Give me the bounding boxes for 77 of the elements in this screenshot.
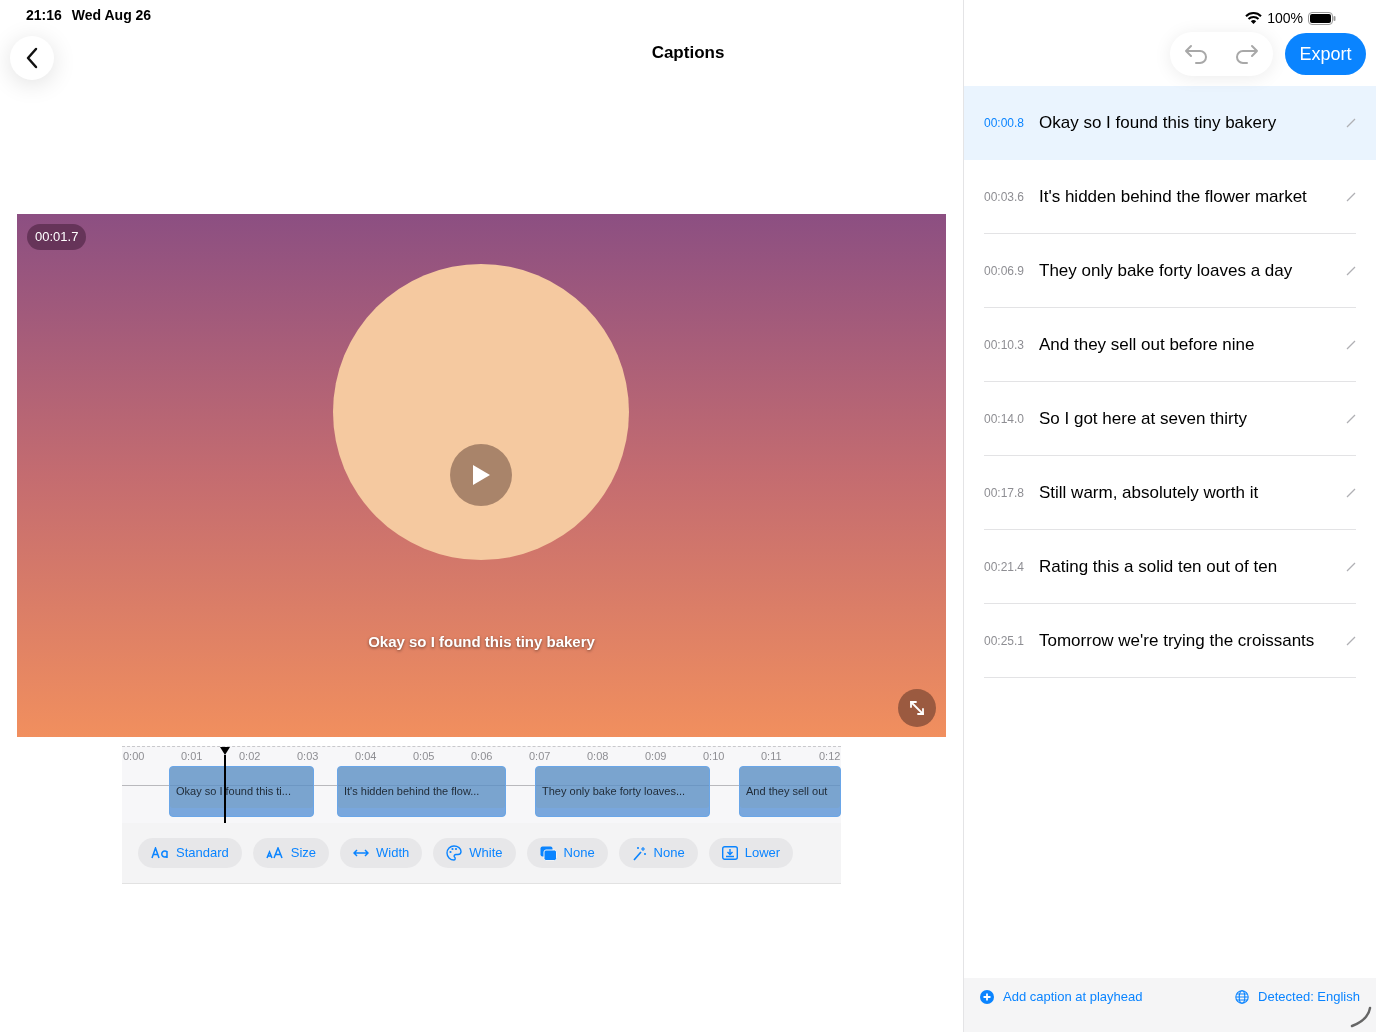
time-tick-label: 0:02 (239, 749, 261, 763)
timestamp-badge: 00:01.7 (27, 224, 87, 250)
font-icon (151, 847, 169, 859)
pencil-icon[interactable] (1346, 118, 1356, 128)
caption-time: 00:21.4 (984, 558, 1026, 576)
caption-text: It's hidden behind the flower market (1039, 185, 1308, 208)
redo-icon (1235, 44, 1260, 64)
caption-text: Rating this a solid ten out of ten (1039, 555, 1279, 578)
caption-text: And they sell out before nine (1039, 333, 1256, 356)
time-tick-label: 0:10 (703, 749, 725, 763)
time-tick-label: 0:09 (645, 749, 667, 763)
caption-time: 00:17.8 (984, 484, 1026, 502)
style-option-button[interactable]: White (433, 838, 516, 868)
corner-arc-icon (1350, 1006, 1372, 1028)
caption-text: Okay so I found this tiny bakery (1039, 112, 1278, 135)
caption-clip[interactable]: It's hidden behind the flow... (337, 766, 506, 817)
time-tick-label: 0:00 (123, 749, 145, 763)
pencil-icon[interactable] (1346, 265, 1356, 276)
pencil-icon[interactable] (1346, 561, 1356, 572)
battery-percent: 100% (1267, 9, 1303, 28)
time-tick-label: 0:07 (529, 749, 551, 763)
plus-circle-icon (980, 989, 994, 1004)
time-tick-label: 0:04 (355, 749, 377, 763)
caption-clip[interactable]: They only bake forty loaves... (535, 766, 710, 817)
language-button[interactable]: Detected: English (1235, 987, 1360, 1007)
caption-time: 00:06.9 (984, 262, 1026, 280)
palette-icon (446, 845, 463, 861)
time-tick-label: 0:12 (819, 749, 841, 763)
caption-text: Still warm, absolutely worth it (1039, 481, 1260, 504)
style-option-button[interactable]: Lower (708, 838, 794, 868)
page-title: Captions (651, 42, 725, 64)
time-tick-label: 0:01 (181, 749, 203, 763)
battery-icon (1308, 12, 1336, 25)
caption-time: 00:03.6 (984, 188, 1026, 206)
pencil-icon[interactable] (1346, 339, 1356, 350)
pencil-icon[interactable] (1346, 413, 1356, 424)
caption-time: 00:00.8 (984, 115, 1026, 132)
expand-icon (909, 700, 925, 716)
back-icon (25, 47, 39, 69)
caption-clip[interactable]: Okay so I found this ti... (169, 766, 314, 817)
width-arrows-icon (353, 848, 370, 858)
caption-text: They only bake forty loaves a day (1039, 259, 1294, 282)
undo-icon (1183, 44, 1208, 64)
add-caption-button[interactable]: Add caption at playhead (980, 987, 1143, 1007)
wifi-icon (1245, 12, 1263, 25)
lower-position-icon (721, 846, 738, 860)
style-option-button[interactable]: None (618, 838, 698, 868)
play-icon (471, 464, 491, 486)
pencil-icon[interactable] (1346, 191, 1356, 202)
time-tick-label: 0:06 (471, 749, 493, 763)
time-tick-label: 0:08 (587, 749, 609, 763)
style-option-button[interactable]: None (526, 838, 608, 868)
background-squares-icon (539, 845, 557, 861)
time-tick-label: 0:05 (413, 749, 435, 763)
text-size-icon (265, 847, 284, 859)
style-option-button[interactable]: Size (252, 838, 330, 868)
export-button[interactable]: Export (1285, 33, 1366, 75)
status-date: Wed Aug 26 (71, 6, 152, 24)
back-button[interactable] (10, 36, 54, 80)
caption-text: Tomorrow we're trying the croissants (1039, 629, 1316, 652)
globe-icon (1235, 989, 1250, 1004)
video-caption: Okay so I found this tiny bakery (368, 632, 595, 652)
pencil-icon[interactable] (1346, 635, 1356, 646)
magic-wand-icon (631, 845, 647, 861)
caption-time: 00:14.0 (984, 410, 1026, 428)
style-option-button[interactable]: Standard (138, 838, 242, 868)
time-tick-label: 0:11 (761, 749, 782, 763)
caption-text: So I got here at seven thirty (1039, 407, 1248, 430)
playhead-marker-icon (220, 747, 230, 755)
caption-time: 00:25.1 (984, 632, 1026, 650)
style-option-button[interactable]: Width (340, 838, 423, 868)
caption-row[interactable]: 00:00.8 Okay so I found this tiny bakery (964, 86, 1376, 160)
caption-time: 00:10.3 (984, 336, 1026, 354)
status-time: 21:16 (26, 6, 62, 24)
caption-clip[interactable]: And they sell out (739, 766, 841, 817)
time-tick-label: 0:03 (297, 749, 319, 763)
pencil-icon[interactable] (1346, 487, 1356, 498)
